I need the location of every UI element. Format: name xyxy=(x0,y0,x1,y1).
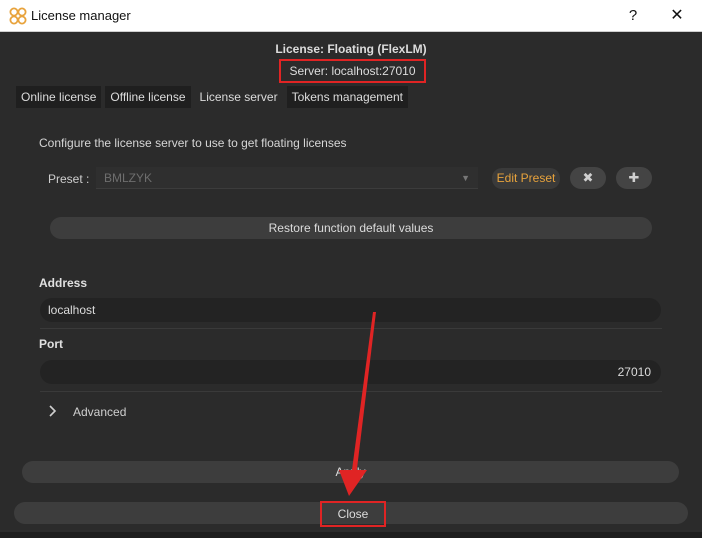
port-field[interactable]: 27010 xyxy=(40,360,661,384)
close-button[interactable]: Close xyxy=(320,501,386,527)
advanced-toggle[interactable]: Advanced xyxy=(73,405,126,419)
preset-value: BMLZYK xyxy=(104,171,153,185)
edit-preset-button[interactable]: Edit Preset xyxy=(492,168,560,189)
plus-icon: ✚ xyxy=(628,170,640,185)
port-label: Port xyxy=(39,337,63,351)
help-button[interactable]: ? xyxy=(620,4,646,28)
preset-select[interactable]: BMLZYK ▼ xyxy=(96,167,478,189)
address-field[interactable]: localhost xyxy=(40,298,661,322)
chevron-down-icon: ▼ xyxy=(461,173,470,183)
apply-button[interactable]: Apply xyxy=(22,461,679,483)
remove-preset-button[interactable]: ✖ xyxy=(570,167,606,189)
tab-license-server[interactable]: License server xyxy=(194,86,283,108)
panel-description: Configure the license server to use to g… xyxy=(39,136,347,150)
restore-defaults-button[interactable]: Restore function default values xyxy=(50,217,652,239)
window-title: License manager xyxy=(31,8,131,23)
license-type-title: License: Floating (FlexLM) xyxy=(275,42,427,56)
app-logo-icon xyxy=(9,7,27,25)
divider xyxy=(40,328,662,329)
tab-online-license[interactable]: Online license xyxy=(16,86,102,108)
address-label: Address xyxy=(39,276,88,290)
tab-offline-license[interactable]: Offline license xyxy=(105,86,191,108)
divider xyxy=(40,391,662,392)
chevron-right-icon[interactable] xyxy=(48,405,58,417)
window-close-button[interactable]: ✕ xyxy=(662,4,692,28)
tab-tokens-management[interactable]: Tokens management xyxy=(286,86,408,108)
title-bar: License manager ? ✕ xyxy=(0,0,702,32)
preset-label: Preset : xyxy=(48,172,90,186)
tab-bar: Online license Offline license License s… xyxy=(16,86,412,108)
bottom-edge xyxy=(0,532,702,538)
add-preset-button[interactable]: ✚ xyxy=(616,167,652,189)
close-icon: ✖ xyxy=(582,170,594,185)
server-info: Server: localhost:27010 xyxy=(279,59,426,83)
